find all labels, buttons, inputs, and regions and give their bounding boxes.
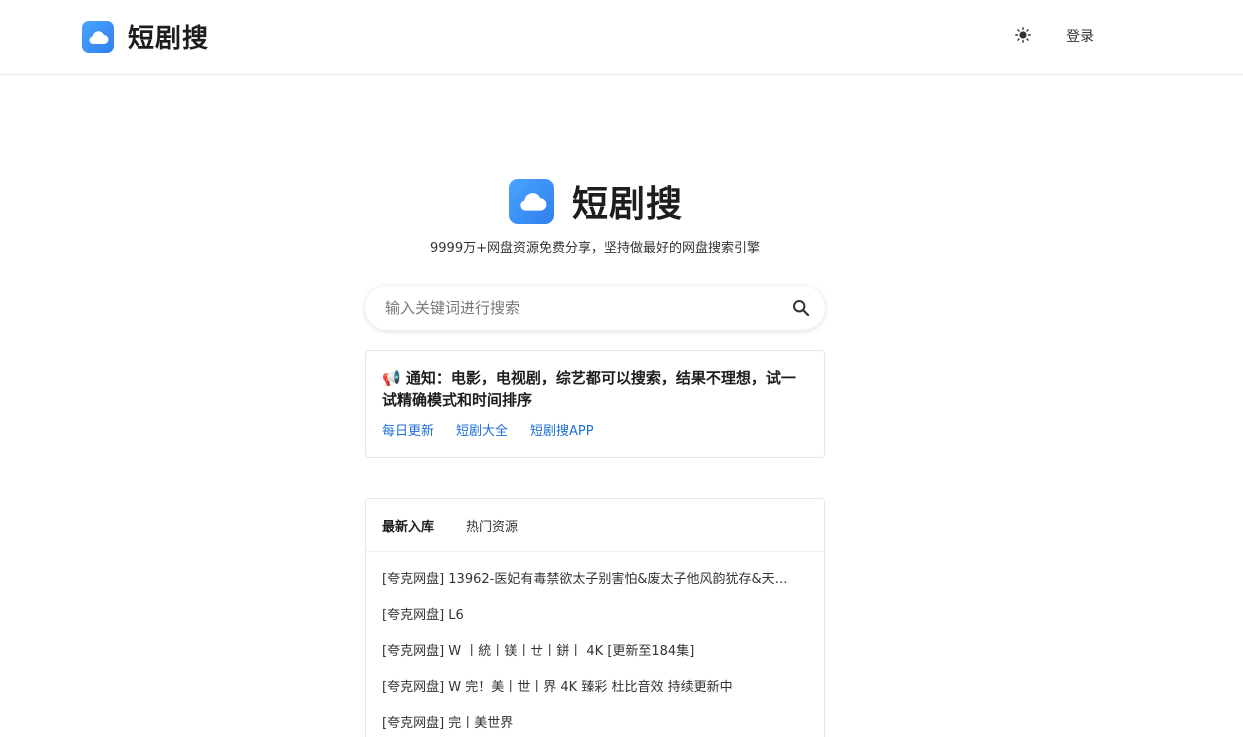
- theme-toggle-button[interactable]: [1012, 24, 1034, 46]
- search-box: [365, 286, 825, 330]
- search-icon: [793, 300, 810, 317]
- hero-tagline: 9999万+网盘资源免费分享，坚持做最好的网盘搜索引擎: [430, 241, 760, 256]
- resource-list-card: 最新入库 热门资源 [夸克网盘] 13962-医妃有毒禁欲太子别害怕&废太子他风…: [365, 498, 825, 737]
- sun-icon: [1015, 27, 1031, 43]
- login-link[interactable]: 登录: [1066, 26, 1094, 46]
- list-item[interactable]: [夸克网盘] 完丨美世界: [382, 714, 808, 737]
- top-header: 短剧搜 登录: [0, 0, 1243, 75]
- link-daily-update[interactable]: 每日更新: [382, 420, 434, 439]
- cloud-logo-icon: [509, 178, 554, 224]
- resource-items: [夸克网盘] 13962-医妃有毒禁欲太子别害怕&废太子他风韵犹存&天… [夸克…: [366, 552, 824, 737]
- tab-latest[interactable]: 最新入库: [382, 516, 434, 535]
- link-drama-collection[interactable]: 短剧大全: [456, 420, 508, 439]
- hero-title: 短剧搜: [572, 184, 684, 225]
- search-button[interactable]: [777, 286, 825, 330]
- list-item[interactable]: [夸克网盘] L6: [382, 606, 808, 642]
- resource-tabs: 最新入库 热门资源: [366, 499, 824, 552]
- hero-brand: 短剧搜: [509, 175, 683, 227]
- header-brand-title: 短剧搜: [128, 24, 210, 54]
- notice-card: 📢 通知：电影，电视剧，综艺都可以搜索，结果不理想，试一试精确模式和时间排序 每…: [365, 350, 825, 458]
- list-item[interactable]: [夸克网盘] 13962-医妃有毒禁欲太子别害怕&废太子他风韵犹存&天…: [382, 570, 808, 606]
- list-item[interactable]: [夸克网盘] W 丨統丨镁丨ㄝ丨鉼丨 4K [更新至184集]: [382, 642, 808, 678]
- tab-hot[interactable]: 热门资源: [466, 516, 518, 535]
- list-item[interactable]: [夸克网盘] W 完！美丨世丨界 4K 臻彩 杜比音效 持续更新中: [382, 678, 808, 714]
- notice-links: 每日更新 短剧大全 短剧搜APP: [382, 420, 808, 439]
- cloud-logo-icon: [82, 20, 114, 53]
- header-brand[interactable]: 短剧搜: [82, 18, 209, 55]
- link-app[interactable]: 短剧搜APP: [530, 420, 594, 439]
- notice-text: 📢 通知：电影，电视剧，综艺都可以搜索，结果不理想，试一试精确模式和时间排序: [382, 369, 796, 409]
- search-input[interactable]: [365, 286, 777, 330]
